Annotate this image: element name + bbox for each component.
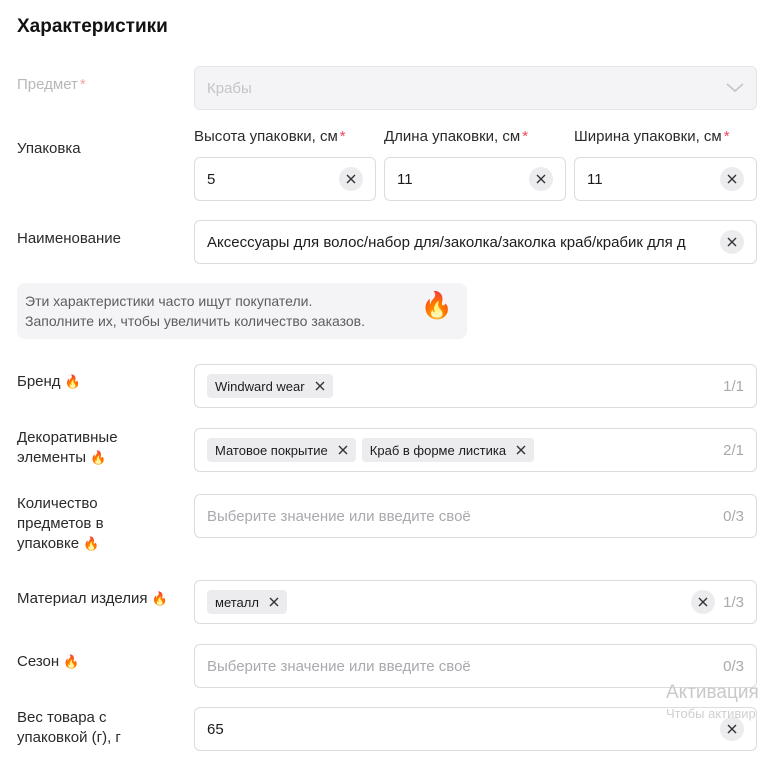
height-label: Высота упаковки, см * <box>194 128 346 145</box>
length-label: Длина упаковки, см * <box>384 128 529 145</box>
quantity-input[interactable]: Выберите значение или введите своё 0/3 <box>194 494 757 538</box>
fire-icon: 🔥 <box>64 374 81 389</box>
brand-label: Бренд 🔥 <box>17 373 81 390</box>
counter: 1/3 <box>723 593 744 611</box>
decor-label: Декоративные элементы 🔥 <box>17 429 118 466</box>
clear-icon[interactable] <box>529 167 553 191</box>
clear-icon[interactable] <box>339 167 363 191</box>
subject-value: Крабы <box>207 79 252 97</box>
packaging-label: Упаковка <box>17 140 81 157</box>
close-icon[interactable] <box>516 445 526 455</box>
name-label: Наименование <box>17 230 121 247</box>
activation-watermark: Активация <box>666 682 759 703</box>
height-input[interactable]: 5 <box>194 157 376 201</box>
brand-input[interactable]: Windward wear 1/1 <box>194 364 757 408</box>
chip: Windward wear <box>207 374 333 398</box>
chip: Матовое покрытие <box>207 438 356 462</box>
clear-icon[interactable] <box>720 230 744 254</box>
close-icon[interactable] <box>338 445 348 455</box>
subject-label: Предмет * <box>17 76 86 93</box>
clear-icon[interactable] <box>720 167 744 191</box>
fire-icon: 🔥 <box>83 536 100 551</box>
fire-icon: 🔥 <box>151 591 168 606</box>
weight-label: Вес товара с упаковкой (г), г <box>17 709 121 746</box>
quantity-label: Количество предметов в упаковке 🔥 <box>17 495 104 552</box>
chip: Краб в форме листика <box>361 438 535 462</box>
counter: 1/1 <box>723 377 744 395</box>
width-input[interactable]: 11 <box>574 157 757 201</box>
clear-icon[interactable] <box>691 590 716 614</box>
chevron-down-icon <box>726 80 744 97</box>
chip: металл <box>207 590 287 614</box>
subject-select: Крабы <box>194 66 757 110</box>
hint-line-2: Заполните их, чтобы увеличить количество… <box>25 313 365 329</box>
close-icon[interactable] <box>269 597 279 607</box>
fire-icon: 🔥 <box>420 290 453 320</box>
section-title: Характеристики <box>17 16 168 37</box>
fire-icon: 🔥 <box>63 654 80 669</box>
material-label: Материал изделия 🔥 <box>17 590 168 607</box>
material-input[interactable]: металл 1/3 <box>194 580 757 624</box>
width-label: Ширина упаковки, см * <box>574 128 730 145</box>
counter: 2/1 <box>723 441 744 459</box>
activation-watermark-sub: Чтобы активир <box>666 706 756 721</box>
name-input[interactable]: Аксессуары для волос/набор для/заколка/з… <box>194 220 757 264</box>
season-label: Сезон 🔥 <box>17 653 80 670</box>
fire-icon: 🔥 <box>90 450 107 465</box>
hint-box: Эти характеристики часто ищут покупатели… <box>17 283 467 339</box>
length-input[interactable]: 11 <box>384 157 566 201</box>
counter: 0/3 <box>723 507 744 525</box>
hint-line-1: Эти характеристики часто ищут покупатели… <box>25 293 313 309</box>
counter: 0/3 <box>723 657 744 675</box>
close-icon[interactable] <box>315 381 325 391</box>
decor-input[interactable]: Матовое покрытие Краб в форме листика 2/… <box>194 428 757 472</box>
